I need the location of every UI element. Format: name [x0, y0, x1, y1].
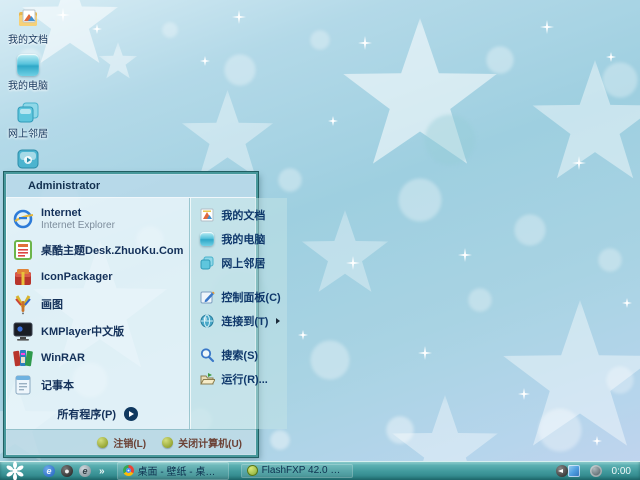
menu-item-paint[interactable]: 画图: [6, 290, 189, 317]
desktop: 我的文档 我的电脑 网上邻居 Administrator: [0, 0, 640, 480]
desktop-icon-label: 网上邻居: [8, 125, 48, 140]
quick-launch-browser-icon[interactable]: e: [79, 465, 91, 477]
start-button[interactable]: [5, 462, 29, 480]
desktop-icon-label: 我的文档: [8, 31, 48, 46]
menu-item-notepad[interactable]: 记事本: [6, 371, 189, 398]
search-icon: [198, 347, 215, 364]
sparkle-decoration: [418, 346, 432, 360]
menu-item-search[interactable]: 搜索(S): [190, 343, 287, 367]
log-off-button[interactable]: 注销(L): [97, 435, 146, 450]
sparkle-decoration: [358, 36, 372, 50]
menu-group-gap: [190, 275, 287, 285]
sparkle-decoration: [92, 24, 102, 34]
connect-to-icon: [198, 313, 215, 330]
network-places-icon: [198, 255, 215, 272]
iconpackager-icon: [12, 266, 34, 288]
desktop-icon-list: 我的文档 我的电脑 网上邻居: [2, 6, 54, 186]
menu-item-my-documents[interactable]: 我的文档: [190, 203, 287, 227]
start-menu-body: Internet Internet Explorer 桌酷主题Desk.Zhuo…: [6, 198, 256, 429]
chrome-icon: [123, 465, 134, 476]
tray-status-icon[interactable]: [590, 465, 602, 477]
sparkle-decoration: [298, 330, 308, 340]
menu-item-iconpackager[interactable]: IconPackager: [6, 263, 189, 290]
desktop-icon-my-computer[interactable]: 我的电脑: [2, 53, 54, 92]
sparkle-decoration: [518, 388, 530, 400]
quick-launch-player-icon[interactable]: ●: [61, 465, 73, 477]
sparkle-decoration: [346, 256, 360, 270]
tray-update-icon[interactable]: [568, 465, 580, 477]
desktop-icon-label: 我的电脑: [8, 77, 48, 92]
menu-item-winrar[interactable]: WinRAR: [6, 344, 189, 371]
sparkle-decoration: [540, 20, 554, 34]
network-places-icon: [16, 100, 40, 124]
start-menu-footer: 注销(L) 关闭计算机(U): [6, 429, 256, 455]
task-button-wallpaper-browser[interactable]: 桌面 - 壁纸 - 桌酷壁...: [117, 462, 229, 480]
arrow-right-icon: [124, 407, 138, 421]
log-off-icon: [97, 437, 108, 448]
menu-group-gap: [190, 333, 287, 343]
my-documents-icon: [16, 6, 40, 30]
sparkle-decoration: [592, 436, 602, 446]
sparkle-decoration: [572, 156, 586, 170]
my-computer-icon: [198, 231, 215, 248]
menu-item-kmplayer[interactable]: KMPlayer中文版: [6, 317, 189, 344]
sparkle-decoration: [200, 56, 210, 66]
all-programs-button[interactable]: 所有程序(P): [6, 401, 189, 429]
my-documents-icon: [198, 207, 215, 224]
paint-icon: [12, 293, 34, 315]
quick-launch-bar: e ● e »: [43, 465, 105, 477]
kmplayer-icon: [12, 320, 34, 342]
desktop-icon-my-documents[interactable]: 我的文档: [2, 6, 54, 45]
submenu-arrow-icon: [276, 318, 280, 324]
taskbar-clock[interactable]: 0:00: [612, 466, 631, 477]
flashfxp-icon: [247, 465, 258, 476]
sparkle-decoration: [622, 298, 632, 308]
sparkle-decoration: [232, 10, 246, 24]
menu-item-text: Internet Internet Explorer: [41, 207, 115, 231]
sparkle-decoration: [328, 116, 338, 126]
start-menu: Administrator Internet Internet Explorer: [4, 172, 258, 457]
user-name: Administrator: [28, 180, 100, 192]
zhuoku-theme-icon: [12, 239, 34, 261]
winrar-icon: [12, 347, 34, 369]
quick-launch-ie-icon[interactable]: e: [43, 465, 55, 477]
run-icon: [198, 371, 215, 388]
task-button-flashfxp[interactable]: FlashFXP 42.0 KB/s ...: [241, 464, 353, 478]
system-tray: [556, 465, 602, 477]
desktop-icon-network-places[interactable]: 网上邻居: [2, 100, 54, 139]
menu-item-internet[interactable]: Internet Internet Explorer: [6, 202, 189, 236]
quick-launch-overflow-chevron[interactable]: »: [99, 466, 105, 477]
notepad-icon: [12, 374, 34, 396]
media-player-icon: [16, 147, 40, 171]
menu-item-zhuoku-theme[interactable]: 桌酷主题Desk.ZhuoKu.Com: [6, 236, 189, 263]
start-menu-header: Administrator: [6, 174, 256, 198]
sparkle-decoration: [56, 8, 70, 22]
snowflake-start-icon: [5, 461, 25, 480]
my-computer-icon: [16, 53, 40, 76]
menu-item-my-computer[interactable]: 我的电脑: [190, 227, 287, 251]
pinned-programs-column: Internet Internet Explorer 桌酷主题Desk.Zhuo…: [6, 198, 189, 429]
internet-explorer-icon: [12, 208, 34, 230]
taskbar: e ● e » 桌面 - 壁纸 - 桌酷壁... FlashFXP 42.0 K…: [0, 461, 640, 480]
sparkle-decoration: [458, 248, 472, 262]
turn-off-icon: [162, 437, 173, 448]
turn-off-computer-button[interactable]: 关闭计算机(U): [162, 435, 242, 450]
tray-network-icon[interactable]: [556, 465, 568, 477]
control-panel-icon: [198, 289, 215, 306]
sparkle-decoration: [606, 52, 616, 62]
menu-item-connect-to[interactable]: 连接到(T): [190, 309, 287, 333]
system-places-column: 我的文档 我的电脑 网上邻居: [189, 198, 287, 429]
menu-item-control-panel[interactable]: 控制面板(C): [190, 285, 287, 309]
menu-item-run[interactable]: 运行(R)...: [190, 367, 287, 391]
menu-item-network-places[interactable]: 网上邻居: [190, 251, 287, 275]
